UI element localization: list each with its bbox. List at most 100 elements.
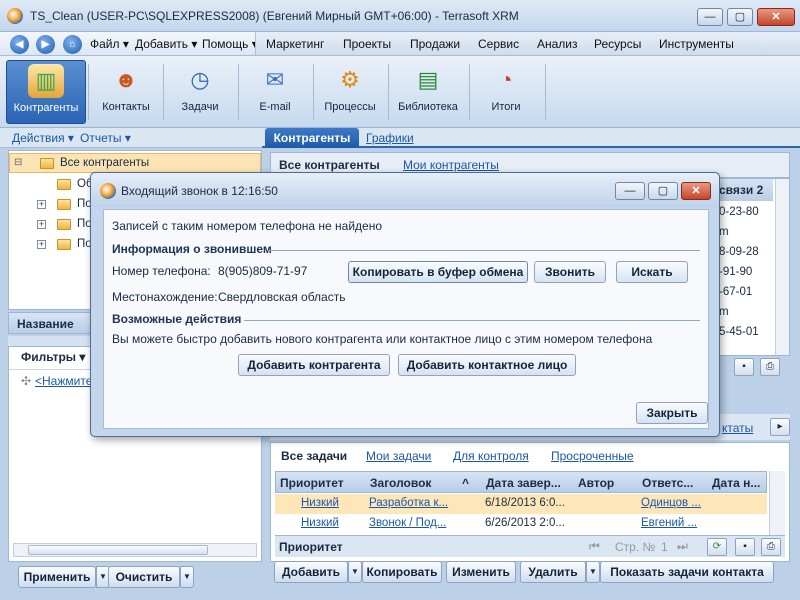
minimize-button[interactable]: —	[697, 8, 723, 26]
dialog-minimize-button[interactable]: —	[615, 182, 645, 200]
filters-menu[interactable]: Фильтры ▾	[21, 350, 85, 364]
save-icon[interactable]: ▪	[735, 538, 755, 556]
grid-cell[interactable]: 0-23-80	[719, 206, 759, 218]
tab-my-tasks[interactable]: Мои задачи	[366, 449, 431, 463]
apply-button[interactable]: Применить	[18, 566, 96, 588]
col-start-date[interactable]: Дата н...	[712, 476, 760, 490]
row-priority[interactable]: Низкий	[301, 497, 339, 509]
sort-asc-icon[interactable]: ^	[462, 476, 469, 490]
print-icon[interactable]: ⎙	[760, 358, 780, 376]
copy-to-clipboard-button[interactable]: Копировать в буфер обмена	[348, 261, 528, 283]
reports-menu[interactable]: Отчеты ▾	[80, 131, 131, 145]
tab-charts[interactable]: Графики	[366, 131, 414, 145]
clear-dropdown-icon[interactable]: ▼	[180, 566, 194, 588]
refresh-icon[interactable]: ⟳	[707, 538, 727, 556]
filter-add-link[interactable]: <Нажмите	[35, 374, 92, 388]
back-icon[interactable]: ◀	[10, 35, 29, 54]
search-button[interactable]: Искать	[616, 261, 688, 283]
ribbon-contacts-label: Контакты	[102, 101, 150, 113]
location-label: Местонахождение:	[112, 290, 218, 304]
menu-resources[interactable]: Ресурсы	[594, 37, 641, 51]
col-author[interactable]: Автор	[578, 476, 614, 490]
page-number[interactable]: 1	[661, 540, 668, 554]
tree-expander-icon[interactable]: ⊟	[14, 157, 22, 168]
menu-help[interactable]: Помощь ▾	[202, 37, 258, 51]
menu-add[interactable]: Добавить ▾	[135, 37, 197, 51]
tab-overdue-tasks[interactable]: Просроченные	[551, 449, 634, 463]
tasks-vertical-scrollbar[interactable]	[769, 471, 785, 537]
row-owner[interactable]: Евгений ...	[641, 517, 707, 529]
expand-icon[interactable]: +	[37, 220, 46, 229]
menu-projects[interactable]: Проекты	[343, 37, 391, 51]
row-title[interactable]: Разработка к...	[369, 497, 453, 509]
menu-tools[interactable]: Инструменты	[659, 37, 734, 51]
maximize-button[interactable]: ▢	[727, 8, 753, 26]
grid-cell[interactable]: 5-45-01	[719, 326, 759, 338]
tab-control-tasks[interactable]: Для контроля	[453, 449, 529, 463]
copy-task-button[interactable]: Копировать	[362, 561, 442, 583]
grid-cell[interactable]: -91-90	[719, 266, 752, 278]
tab-all-tasks[interactable]: Все задачи	[281, 449, 347, 463]
ribbon-results[interactable]: ◔ Итоги	[469, 60, 543, 124]
first-page-icon[interactable]: ⏮	[589, 539, 600, 554]
row-title[interactable]: Звонок / Под...	[369, 517, 453, 529]
ribbon-tasks[interactable]: ◷ Задачи	[163, 60, 237, 124]
menu-service[interactable]: Сервис	[478, 37, 519, 51]
expand-icon[interactable]: +	[37, 240, 46, 249]
menu-file[interactable]: Файл ▾	[90, 37, 129, 51]
dialog-close-button[interactable]: ✕	[681, 182, 711, 200]
home-icon[interactable]: ⌂	[63, 35, 82, 54]
ribbon-email[interactable]: ✉ E-mail	[238, 60, 312, 124]
call-button[interactable]: Звонить	[534, 261, 606, 283]
dialog-maximize-button[interactable]: ▢	[648, 182, 678, 200]
menu-marketing[interactable]: Маркетинг	[266, 37, 324, 51]
expand-icon[interactable]: +	[37, 200, 46, 209]
grid-cell[interactable]: m	[719, 306, 729, 318]
grid-cell[interactable]: m	[719, 226, 729, 238]
tab-accounts[interactable]: Контрагенты	[265, 128, 359, 148]
col-priority[interactable]: Приоритет	[280, 476, 344, 490]
ribbon-library[interactable]: ▤ Библиотека	[388, 60, 468, 124]
add-account-button[interactable]: Добавить контрагента	[238, 354, 390, 376]
forward-icon[interactable]: ▶	[36, 35, 55, 54]
tree-root[interactable]: ⊟ Все контрагенты	[9, 153, 261, 173]
delete-dropdown-icon[interactable]: ▼	[586, 561, 600, 583]
row-owner[interactable]: Одинцов ...	[641, 497, 707, 509]
col-due-date[interactable]: Дата завер...	[486, 476, 561, 490]
grid-cell[interactable]: 8-09-28	[719, 246, 759, 258]
vertical-scrollbar[interactable]	[775, 179, 789, 355]
tab-contacts-partial[interactable]: ктаты	[722, 421, 753, 435]
table-row[interactable]: Низкий Разработка к... 6/18/2013 6:0... …	[275, 494, 767, 514]
col-owner[interactable]: Ответс...	[642, 476, 693, 490]
save-icon[interactable]: ▪	[734, 358, 754, 376]
tab-my-accounts[interactable]: Мои контрагенты	[403, 158, 499, 172]
add-dropdown-icon[interactable]: ▼	[348, 561, 362, 583]
add-contact-button[interactable]: Добавить контактное лицо	[398, 354, 576, 376]
scroll-right-icon[interactable]: ▸	[770, 418, 790, 436]
show-contact-tasks-button[interactable]: Показать задачи контакта	[600, 561, 774, 583]
ribbon-accounts[interactable]: ▥ Контрагенты	[6, 60, 86, 124]
scrollbar-thumb[interactable]	[28, 545, 208, 555]
edit-task-button[interactable]: Изменить	[446, 561, 516, 583]
menu-analysis[interactable]: Анализ	[537, 37, 578, 51]
horizontal-scrollbar[interactable]	[13, 543, 257, 557]
add-task-button[interactable]: Добавить	[274, 561, 348, 583]
actions-menu[interactable]: Действия ▾	[12, 131, 74, 145]
close-window-button[interactable]: ✕	[757, 8, 795, 26]
column-header[interactable]: связи 2	[717, 179, 773, 201]
delete-task-button[interactable]: Удалить	[520, 561, 586, 583]
table-row[interactable]: Низкий Звонок / Под... 6/26/2013 2:0... …	[275, 514, 767, 534]
ribbon-contacts[interactable]: ☻ Контакты	[89, 60, 163, 124]
clear-button[interactable]: Очистить	[108, 566, 180, 588]
col-title[interactable]: Заголовок	[370, 476, 431, 490]
grid-cell[interactable]: -67-01	[719, 286, 752, 298]
tab-all-accounts[interactable]: Все контрагенты	[279, 158, 380, 172]
menu-sales[interactable]: Продажи	[410, 37, 460, 51]
print-icon[interactable]: ⎙	[761, 538, 781, 556]
ribbon-results-label: Итоги	[491, 101, 521, 113]
ribbon-processes[interactable]: ⚙ Процессы	[313, 60, 387, 124]
row-priority[interactable]: Низкий	[301, 517, 339, 529]
column-header-label: связи 2	[719, 183, 764, 197]
next-page-icon[interactable]: ⏭	[677, 539, 688, 554]
close-dialog-button[interactable]: Закрыть	[636, 402, 708, 424]
